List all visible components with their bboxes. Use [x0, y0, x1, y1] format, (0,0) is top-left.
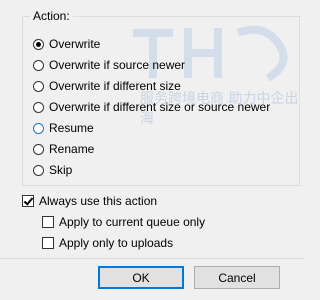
always-use-checkbox-row[interactable]: Always use this action [22, 192, 157, 210]
radio-label: Skip [49, 163, 73, 177]
radio-button[interactable] [33, 59, 44, 71]
always-use-label: Always use this action [39, 194, 158, 208]
radio-label: Rename [49, 142, 95, 156]
apply-uploads-label: Apply only to uploads [59, 236, 174, 250]
radio-label: Overwrite if different size [49, 79, 181, 93]
radio-overwrite-if-size-or-newer[interactable]: Overwrite if different size or source ne… [33, 98, 270, 116]
radio-button[interactable] [33, 143, 44, 155]
apply-current-queue-label: Apply to current queue only [59, 215, 206, 229]
radio-button[interactable] [33, 164, 44, 176]
apply-current-queue-checkbox[interactable] [42, 216, 54, 228]
radio-overwrite-if-different-size[interactable]: Overwrite if different size [33, 77, 181, 95]
radio-label: Overwrite if source newer [49, 58, 186, 72]
radio-rename[interactable]: Rename [33, 140, 94, 158]
apply-uploads-row[interactable]: Apply only to uploads [42, 234, 173, 252]
radio-button[interactable] [33, 101, 44, 113]
radio-overwrite-if-newer[interactable]: Overwrite if source newer [33, 56, 185, 74]
radio-label: Overwrite [49, 37, 101, 51]
radio-skip[interactable]: Skip [33, 161, 72, 179]
always-use-checkbox[interactable] [22, 195, 34, 207]
cancel-button[interactable]: Cancel [194, 266, 280, 289]
action-group-label: Action: [30, 9, 73, 23]
radio-label: Overwrite if different size or source ne… [49, 100, 271, 114]
apply-uploads-checkbox[interactable] [42, 237, 54, 249]
radio-button[interactable] [33, 38, 44, 50]
radio-overwrite[interactable]: Overwrite [33, 35, 100, 53]
radio-label: Resume [49, 121, 94, 135]
apply-current-queue-row[interactable]: Apply to current queue only [42, 213, 205, 231]
radio-button[interactable] [33, 80, 44, 92]
dialog-footer: OK Cancel [0, 258, 305, 300]
radio-resume[interactable]: Resume [33, 119, 94, 137]
radio-button[interactable] [33, 122, 44, 134]
ok-button[interactable]: OK [98, 266, 184, 289]
